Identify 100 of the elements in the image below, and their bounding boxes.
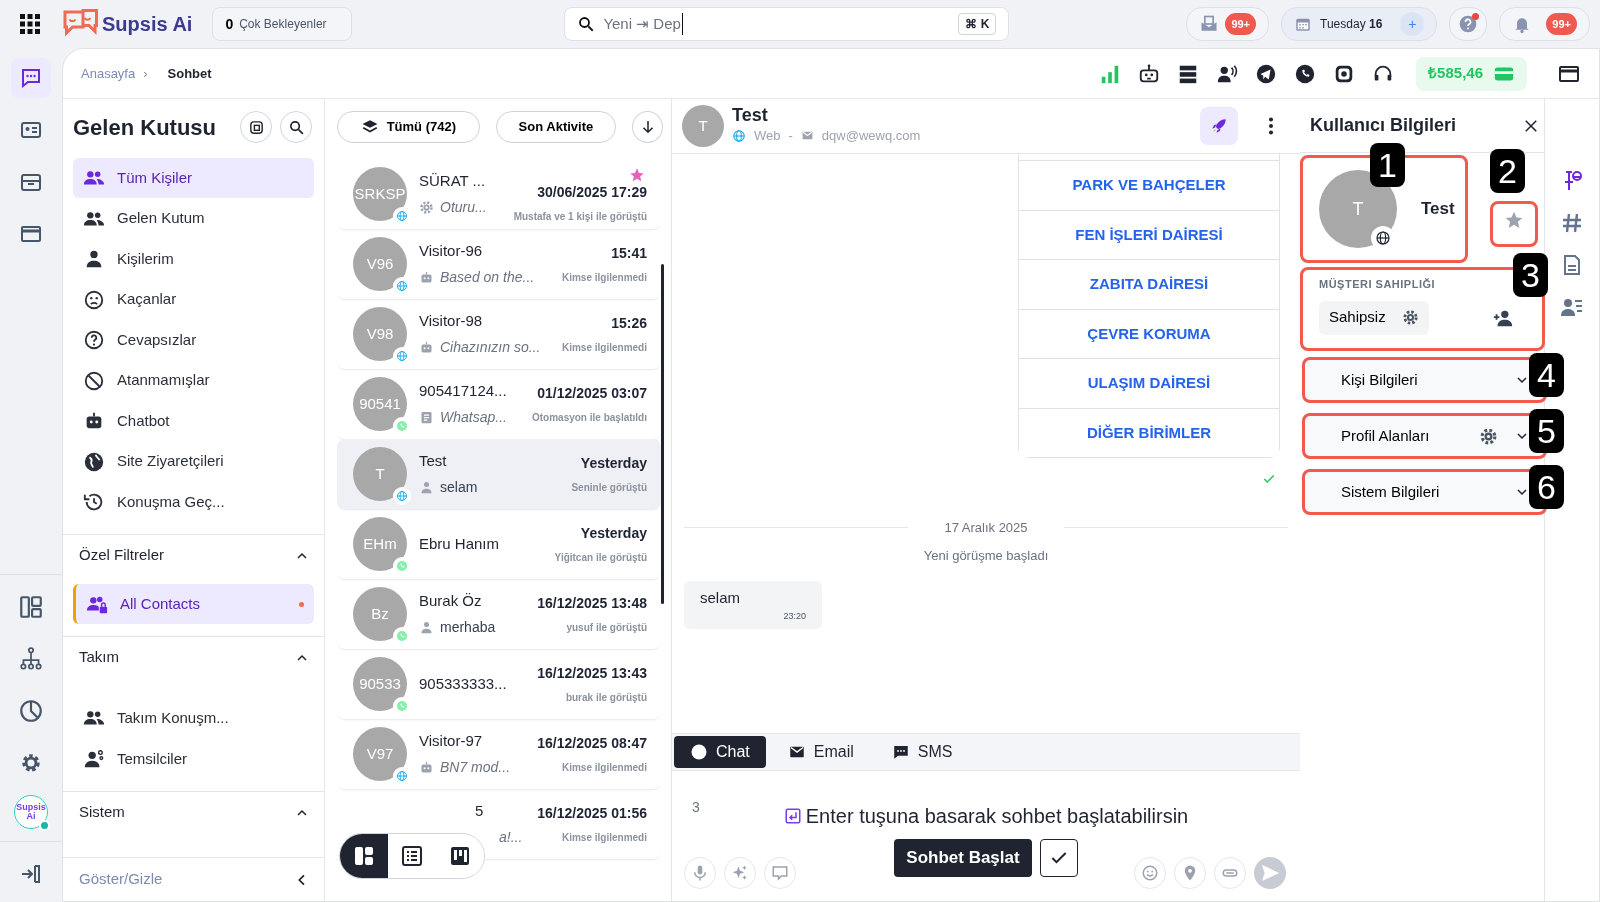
notification-count: 99+ bbox=[1546, 12, 1577, 36]
nav-item[interactable]: Cevapsızlar bbox=[73, 320, 314, 360]
sort-direction-button[interactable] bbox=[632, 111, 663, 143]
conversation-item[interactable]: V97 Visitor-97 BN7 mod... 16/12/2025 08:47 Kimse ilgilenmedi bbox=[337, 719, 661, 789]
nav-item[interactable]: Gelen Kutum bbox=[73, 198, 314, 239]
notification-count: 99+ bbox=[1225, 12, 1257, 36]
phone-bubble-icon[interactable] bbox=[1294, 62, 1317, 85]
inbox-title: Gelen Kutusu bbox=[73, 113, 216, 142]
icon-button[interactable] bbox=[280, 111, 312, 143]
status-note: yusuf ile görüştü bbox=[566, 621, 647, 635]
person-icon bbox=[419, 619, 434, 635]
sort-button[interactable]: Son Aktivite bbox=[495, 111, 617, 143]
conversation-item[interactable]: V98 Visitor-98 Cihazınızın so... 15:26 Kimse ilgilenmedi bbox=[337, 299, 661, 369]
question-icon bbox=[83, 329, 105, 351]
channel-tab[interactable]: Chat bbox=[674, 736, 766, 768]
contact-name: Visitor-98 bbox=[419, 311, 484, 332]
status-note: Mustafa ve 1 kişi ile görüştü bbox=[513, 210, 647, 224]
message-preview: Cihazınızın so... bbox=[440, 337, 541, 357]
layout-toggle-icon bbox=[247, 118, 265, 136]
status-note: Kimse ilgilenmedi bbox=[561, 761, 647, 775]
callout-number: 5 bbox=[1529, 409, 1564, 453]
message-preview: Oturu... bbox=[440, 197, 487, 217]
message-preview: merhaba bbox=[440, 617, 496, 637]
channel-tab[interactable]: Email bbox=[771, 736, 870, 768]
contact-name: 5 bbox=[474, 801, 485, 822]
conversation-item[interactable]: 90541 905417124... Whatsap... 01/12/2025 03:07 Otomasyon ile başlatıldı bbox=[337, 369, 661, 439]
nav-item[interactable]: Kaçanlar bbox=[73, 279, 314, 320]
conversation-item[interactable]: EHm Ebru Hanım Yesterday Yiğitcan ile görüştü bbox=[337, 509, 661, 579]
date-label: Tuesday 16 bbox=[1320, 16, 1383, 33]
split-layout-icon bbox=[352, 844, 376, 868]
hierarchy-icon[interactable] bbox=[18, 646, 44, 672]
message-text: selam bbox=[700, 588, 741, 608]
nav-item[interactable]: Konuşma Geç... bbox=[73, 482, 314, 522]
nav-item[interactable]: Site Ziyaretçileri bbox=[73, 441, 314, 482]
search-field[interactable]: Yeni ⇥ Dep ⌘ K bbox=[564, 7, 1010, 41]
help-button[interactable] bbox=[1449, 7, 1488, 41]
layout-icon[interactable] bbox=[18, 594, 44, 620]
microphone-icon bbox=[691, 864, 709, 882]
logo-text: Supsis Ai bbox=[102, 12, 193, 37]
conversation-item[interactable]: SRKSP SÜRAT ... Oturu... 30/06/2025 17:29 Mustafa ve 1 kişi ile görüştü bbox=[337, 159, 661, 229]
option-button[interactable]: DİĞER BİRİMLER bbox=[1019, 407, 1279, 457]
nav-item[interactable]: Kişilerim bbox=[73, 239, 314, 279]
sparkles-icon bbox=[731, 864, 749, 882]
rail-button[interactable] bbox=[11, 58, 51, 98]
section-title: Takım bbox=[79, 647, 119, 668]
waiting-button[interactable]: 0 Çok Bekleyenler bbox=[212, 7, 353, 41]
nav-item[interactable]: All Contacts bbox=[73, 584, 314, 624]
contact-name: Test bbox=[732, 106, 769, 127]
robot-icon[interactable] bbox=[1138, 62, 1161, 85]
help-icon bbox=[1458, 14, 1479, 34]
channel-tab[interactable]: SMS bbox=[875, 736, 969, 768]
avatar: EHm bbox=[353, 517, 407, 571]
user-avatar[interactable]: Supsis Ai bbox=[14, 795, 48, 829]
conversation-item[interactable]: T Test selam Yesterday Seninle görüştü bbox=[337, 439, 661, 509]
message-time: 23:20 bbox=[782, 609, 806, 623]
breadcrumb-link[interactable]: Anasayfa bbox=[81, 63, 136, 84]
panel-title: Kullanıcı Bilgileri bbox=[1310, 114, 1457, 137]
timestamp: 30/06/2025 17:29 bbox=[537, 183, 647, 202]
nav-item[interactable]: Chatbot bbox=[73, 401, 314, 441]
contact-name: Ebru Hanım bbox=[419, 533, 501, 554]
owner-chip[interactable]: Sahipsiz bbox=[1319, 300, 1429, 335]
paper-plane-icon[interactable] bbox=[1255, 62, 1278, 85]
contact-name: 905333333... bbox=[419, 673, 508, 694]
conversation-item[interactable]: 5 a!... 16/12/2025 01:56 Kimse ilgilenmedi bbox=[337, 789, 661, 859]
avatar: 90541 bbox=[353, 377, 407, 431]
view-button[interactable] bbox=[340, 834, 388, 878]
conversation-item[interactable]: V96 Visitor-96 Based on the... 15:41 Kimse ilgilenmedi bbox=[337, 229, 661, 299]
hashtag-icon[interactable] bbox=[1560, 211, 1584, 235]
shortcut-key: ⌘ K bbox=[958, 13, 997, 35]
timestamp: 16/12/2025 01:56 bbox=[537, 804, 647, 823]
avatar: Bz bbox=[353, 587, 407, 641]
separator-text: - bbox=[788, 127, 793, 146]
favorite-button[interactable] bbox=[1490, 201, 1538, 247]
nav-item[interactable]: Takım Konuşm... bbox=[73, 698, 314, 738]
conversation-item[interactable]: 90533 905333333... 16/12/2025 13:43 burak ile görüştü bbox=[337, 649, 661, 719]
toggle-label: Göster/Gizle bbox=[79, 869, 163, 890]
collapse-icon[interactable] bbox=[19, 862, 43, 886]
nav-item[interactable]: Tüm Kişiler bbox=[73, 158, 314, 198]
status-note: Seninle görüştü bbox=[571, 481, 647, 495]
robot-icon bbox=[419, 339, 434, 355]
rocket-button[interactable] bbox=[1200, 107, 1238, 145]
avatar: SRKSP bbox=[353, 167, 407, 221]
pie-chart-icon[interactable] bbox=[18, 698, 44, 724]
timestamp: Yesterday bbox=[580, 524, 647, 543]
filter-button[interactable]: Tümü (742) bbox=[337, 111, 480, 143]
start-chat-button[interactable]: Sohbet Başlat bbox=[894, 839, 1032, 877]
callout-number: 3 bbox=[1513, 253, 1548, 297]
avatar: V98 bbox=[353, 307, 407, 361]
breadcrumb-separator: › bbox=[143, 64, 148, 83]
confirm-button[interactable] bbox=[1039, 839, 1078, 877]
nav-item[interactable]: Temsilciler bbox=[73, 739, 314, 779]
avatar: T bbox=[682, 105, 724, 147]
apps-menu-icon[interactable] bbox=[18, 12, 42, 36]
nav-item[interactable]: Atanmamışlar bbox=[73, 360, 314, 401]
list-icon bbox=[400, 844, 424, 868]
icon-button[interactable] bbox=[240, 111, 272, 143]
timestamp: 15:26 bbox=[611, 314, 647, 333]
channel-label: Web bbox=[754, 127, 781, 146]
contact-name: Visitor-96 bbox=[419, 241, 484, 262]
conversation-item[interactable]: Bz Burak Öz merhaba 16/12/2025 13:48 yusuf ile görüştü bbox=[337, 579, 661, 649]
